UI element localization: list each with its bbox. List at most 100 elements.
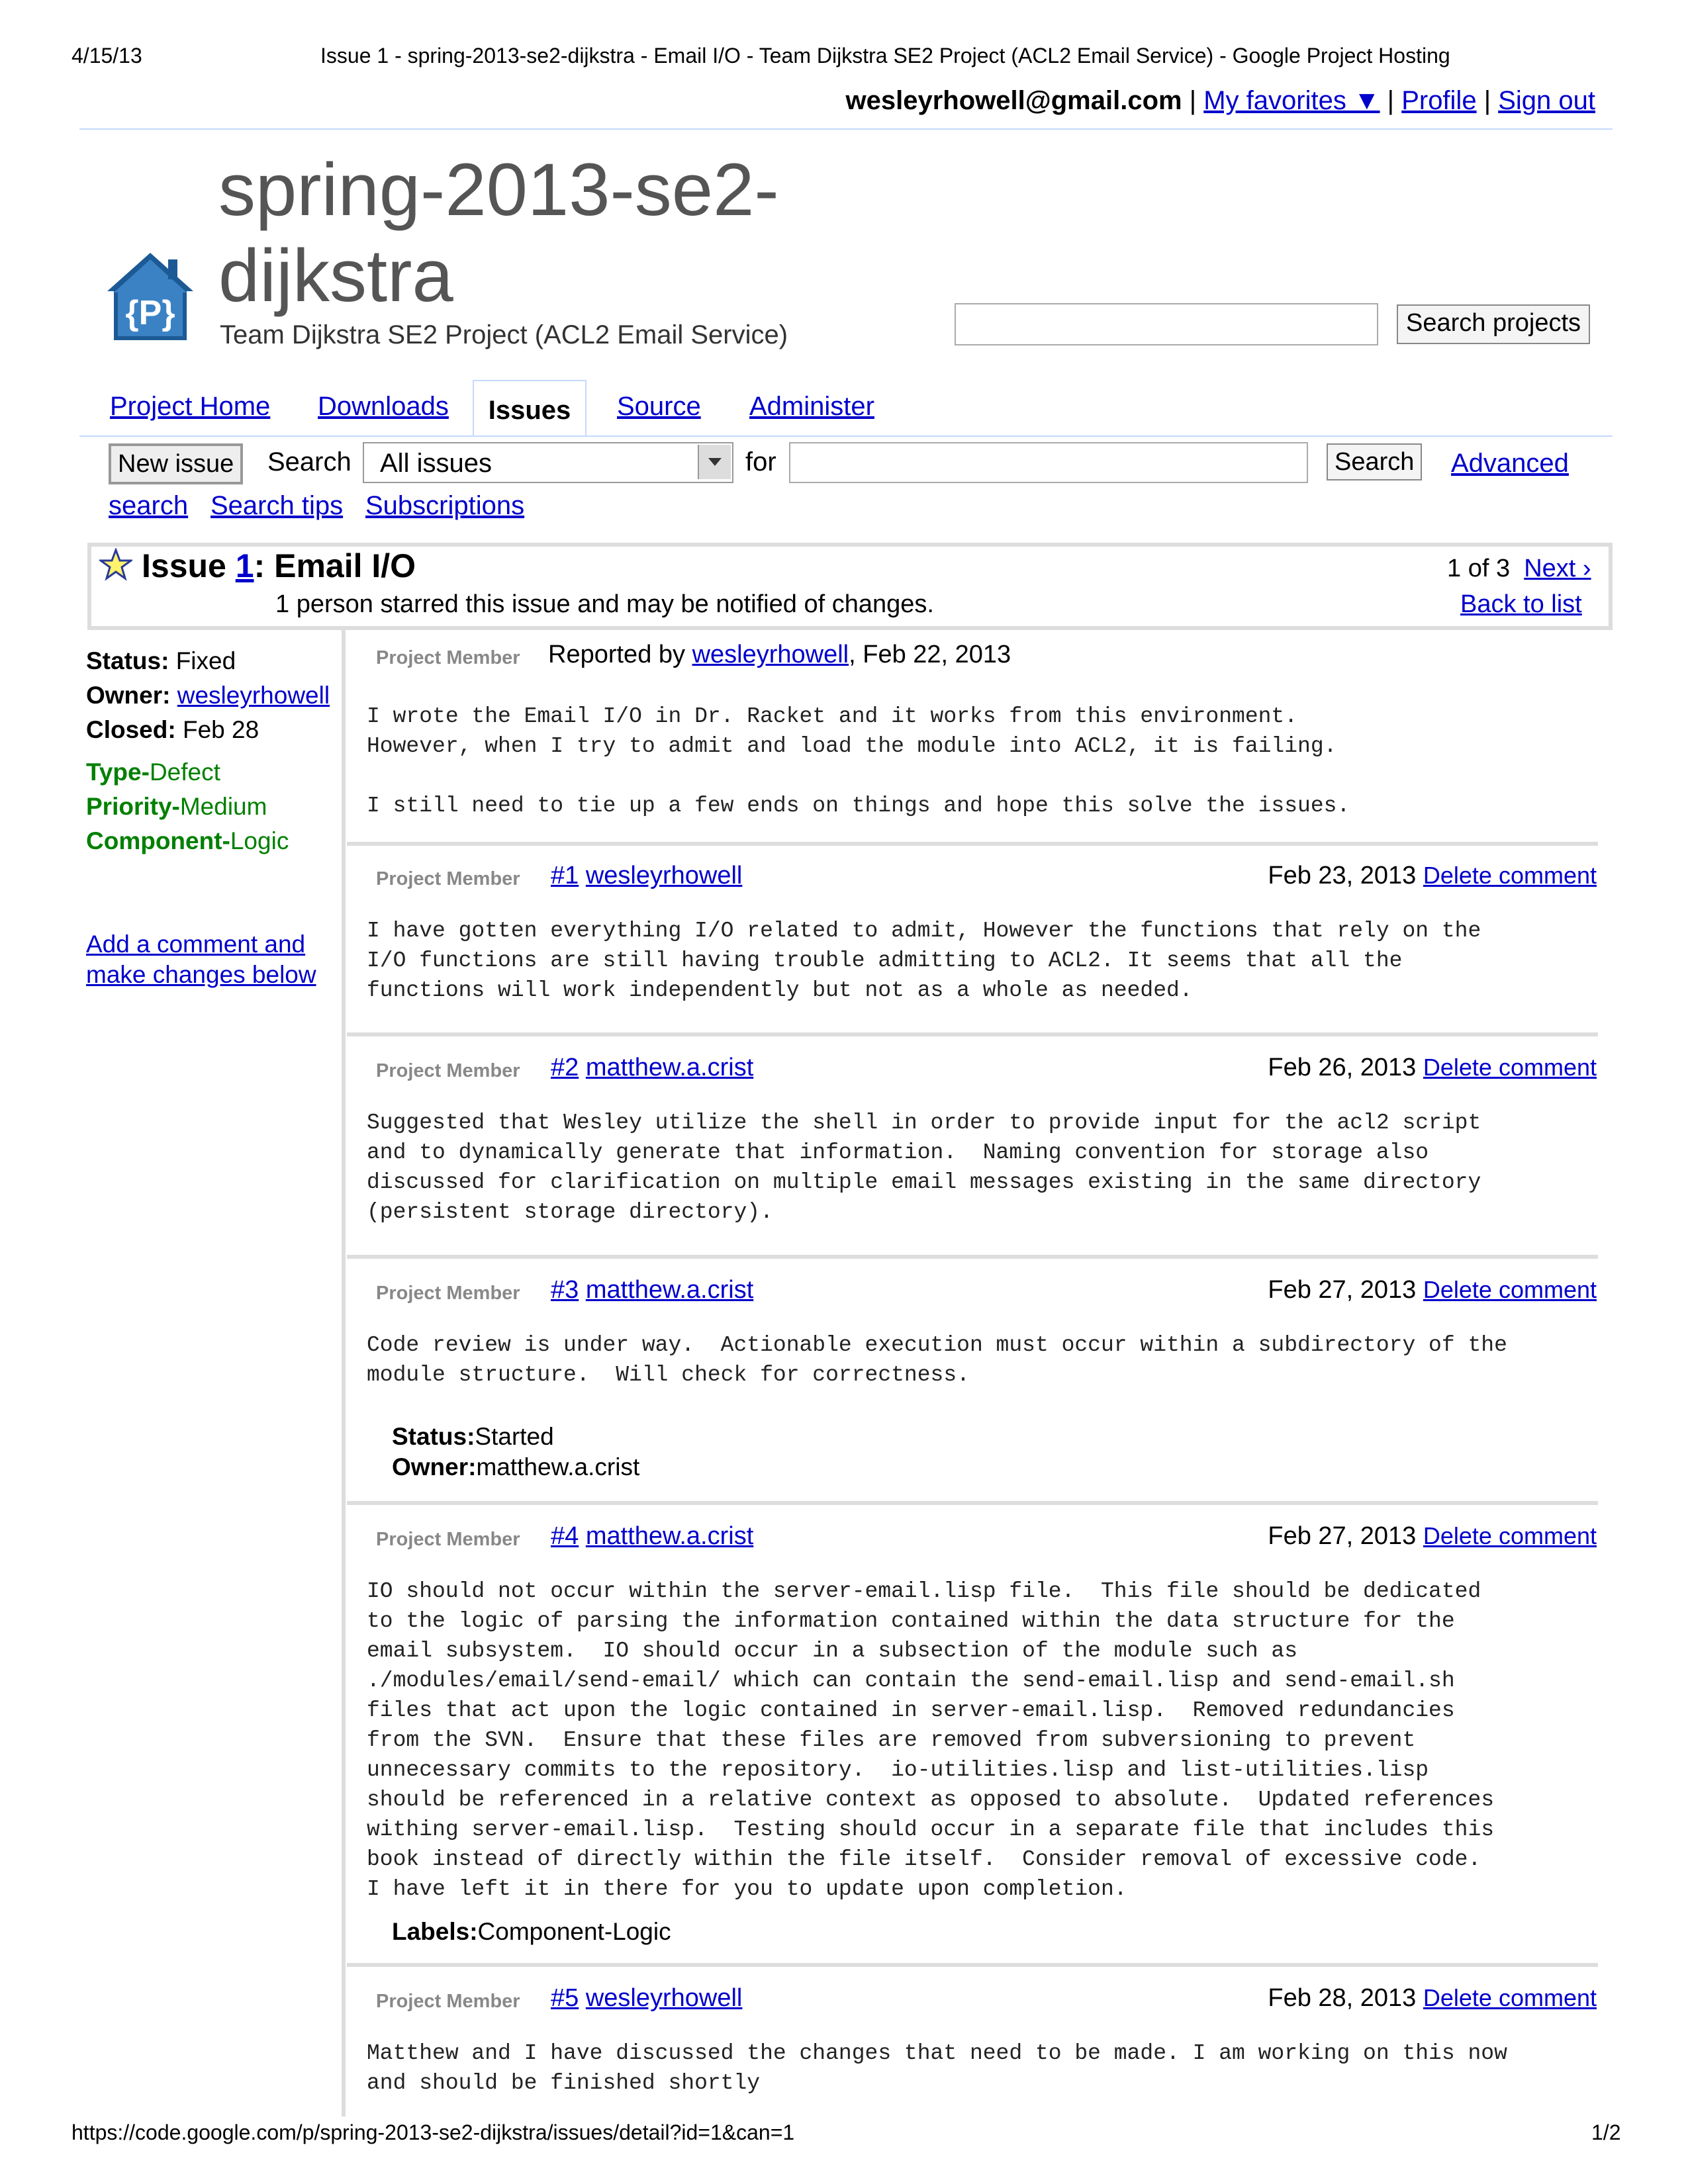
comment-number-link[interactable]: #1 <box>551 862 579 889</box>
comment-date-area: Feb 28, 2013 Delete comment <box>1268 1984 1597 2013</box>
user-email: wesleyrhowell@gmail.com <box>845 86 1182 115</box>
label-key: Priority- <box>86 793 180 820</box>
issue-metadata: Status: Fixed Owner: wesleyrhowell Close… <box>86 647 338 862</box>
status-value: Fixed <box>175 647 236 674</box>
author-link[interactable]: wesleyrhowell <box>586 1984 743 2012</box>
star-icon[interactable] <box>99 548 132 581</box>
tab-project-home[interactable]: Project Home <box>110 392 270 422</box>
description-text: I wrote the Email I/O in Dr. Racket and … <box>367 704 1350 818</box>
comment-divider <box>347 1963 1598 1967</box>
comment-text: IO should not occur within the server-em… <box>367 1579 1495 1901</box>
separator: | <box>1387 86 1395 115</box>
comment-date: Feb 27, 2013 <box>1268 1276 1417 1304</box>
issue-title: Issue 1: Email I/O <box>142 547 416 585</box>
owner-link[interactable]: wesleyrhowell <box>177 682 330 709</box>
comment-divider <box>347 1032 1598 1036</box>
label-value: Logic <box>230 827 289 854</box>
issue-title-text: : Email I/O <box>254 547 416 584</box>
comment-date: Feb 26, 2013 <box>1268 1054 1417 1081</box>
sign-out-link[interactable]: Sign out <box>1498 86 1595 115</box>
label-priority[interactable]: Priority-Medium <box>86 793 338 827</box>
update-owner-value: matthew.a.crist <box>476 1453 640 1480</box>
project-name[interactable]: spring-2013-se2- dijkstra <box>218 147 880 319</box>
comment-author: #3 matthew.a.crist <box>551 1276 753 1304</box>
issue-scope-value: All issues <box>380 449 492 478</box>
comment-divider <box>347 842 1598 846</box>
delete-comment-link[interactable]: Delete comment <box>1423 1522 1597 1549</box>
project-name-line1: spring-2013-se2- <box>218 148 779 231</box>
profile-link[interactable]: Profile <box>1401 86 1476 115</box>
author-link[interactable]: matthew.a.crist <box>586 1522 753 1550</box>
search-projects-input[interactable] <box>955 303 1378 345</box>
new-issue-button[interactable]: New issue <box>109 443 244 484</box>
delete-comment-link[interactable]: Delete comment <box>1423 1276 1597 1303</box>
comment-date-area: Feb 27, 2013 Delete comment <box>1268 1276 1597 1304</box>
label-value: Defect <box>149 758 220 786</box>
comment-5: Project Member #5 wesleyrhowell Feb 28, … <box>346 1983 1597 2102</box>
comment-number-link[interactable]: #4 <box>551 1522 579 1550</box>
dropdown-arrow-icon[interactable] <box>698 445 731 479</box>
tab-source[interactable]: Source <box>617 392 701 422</box>
closed-row: Closed: Feb 28 <box>86 716 338 751</box>
tab-downloads[interactable]: Downloads <box>318 392 449 422</box>
comment-number-link[interactable]: #2 <box>551 1054 579 1081</box>
issue-search-input[interactable] <box>789 442 1308 483</box>
delete-comment-link[interactable]: Delete comment <box>1423 1984 1597 2011</box>
tab-divider <box>79 435 1613 437</box>
member-role: Project Member <box>376 1283 520 1304</box>
comment-text: Suggested that Wesley utilize the shell … <box>367 1111 1481 1224</box>
comment-author: #5 wesleyrhowell <box>551 1984 742 2013</box>
search-tips-link[interactable]: Search tips <box>211 491 343 521</box>
delete-comment-link[interactable]: Delete comment <box>1423 1054 1597 1081</box>
author-link[interactable]: matthew.a.crist <box>586 1054 753 1081</box>
comment-divider <box>347 1255 1598 1259</box>
comment-author: #2 matthew.a.crist <box>551 1054 753 1082</box>
comment-number-link[interactable]: #3 <box>551 1276 579 1304</box>
issue-scope-select[interactable]: All issues <box>363 442 733 483</box>
comment-author: #1 wesleyrhowell <box>551 862 742 890</box>
comment-author: #4 matthew.a.crist <box>551 1522 753 1551</box>
tab-administer[interactable]: Administer <box>749 392 874 422</box>
label-type[interactable]: Type-Defect <box>86 758 338 793</box>
label-component[interactable]: Component-Logic <box>86 827 338 862</box>
subscriptions-link[interactable]: Subscriptions <box>365 491 524 521</box>
advanced-search-link[interactable]: Advanced <box>1451 449 1569 478</box>
closed-label: Closed: <box>86 716 176 743</box>
status-label: Status: <box>86 647 169 674</box>
print-page-number: 1/2 <box>1591 2120 1621 2144</box>
member-role: Project Member <box>376 1529 520 1550</box>
separator: | <box>1189 86 1197 115</box>
author-link[interactable]: matthew.a.crist <box>586 1276 753 1304</box>
member-role: Project Member <box>376 868 520 889</box>
comment-date: Feb 27, 2013 <box>1268 1522 1417 1550</box>
author-link[interactable]: wesleyrhowell <box>586 862 743 889</box>
issue-search-button[interactable]: Search <box>1327 443 1423 480</box>
closed-value: Feb 28 <box>182 716 259 743</box>
header-divider <box>79 128 1613 130</box>
issue-title-prefix: Issue <box>142 547 236 584</box>
reporter-link[interactable]: wesleyrhowell <box>692 641 849 668</box>
add-comment-line2: make changes below <box>86 961 316 988</box>
logo-letter: {P} <box>125 294 175 332</box>
comment-date-area: Feb 23, 2013 Delete comment <box>1268 862 1597 890</box>
delete-comment-link[interactable]: Delete comment <box>1423 862 1597 889</box>
status-row: Status: Fixed <box>86 647 338 682</box>
print-page-title: Issue 1 - spring-2013-se2-dijkstra - Ema… <box>320 44 1450 68</box>
tab-issues[interactable]: Issues <box>473 380 586 435</box>
search-projects-button[interactable]: Search projects <box>1397 304 1591 344</box>
advanced-search-link-cont[interactable]: search <box>109 491 188 521</box>
back-to-list-link[interactable]: Back to list <box>1460 590 1582 619</box>
comment-text: I have gotten everything I/O related to … <box>367 919 1481 1003</box>
status-update: Status:Started Owner:matthew.a.crist <box>392 1422 639 1482</box>
issue-id-link[interactable]: 1 <box>236 547 254 584</box>
add-comment-link[interactable]: Add a comment and make changes below <box>86 929 351 990</box>
member-role: Project Member <box>376 647 520 668</box>
project-logo-icon[interactable]: {P} <box>105 250 196 344</box>
next-issue-link[interactable]: Next › <box>1524 555 1591 582</box>
comment-number-link[interactable]: #5 <box>551 1984 579 2012</box>
update-status-value: Started <box>475 1423 554 1450</box>
my-favorites-link[interactable]: My favorites ▼ <box>1203 86 1380 115</box>
labels-update: Labels:Component-Logic <box>392 1917 671 1947</box>
label-key: Type- <box>86 758 150 786</box>
reported-by-label: Reported by <box>548 641 692 668</box>
